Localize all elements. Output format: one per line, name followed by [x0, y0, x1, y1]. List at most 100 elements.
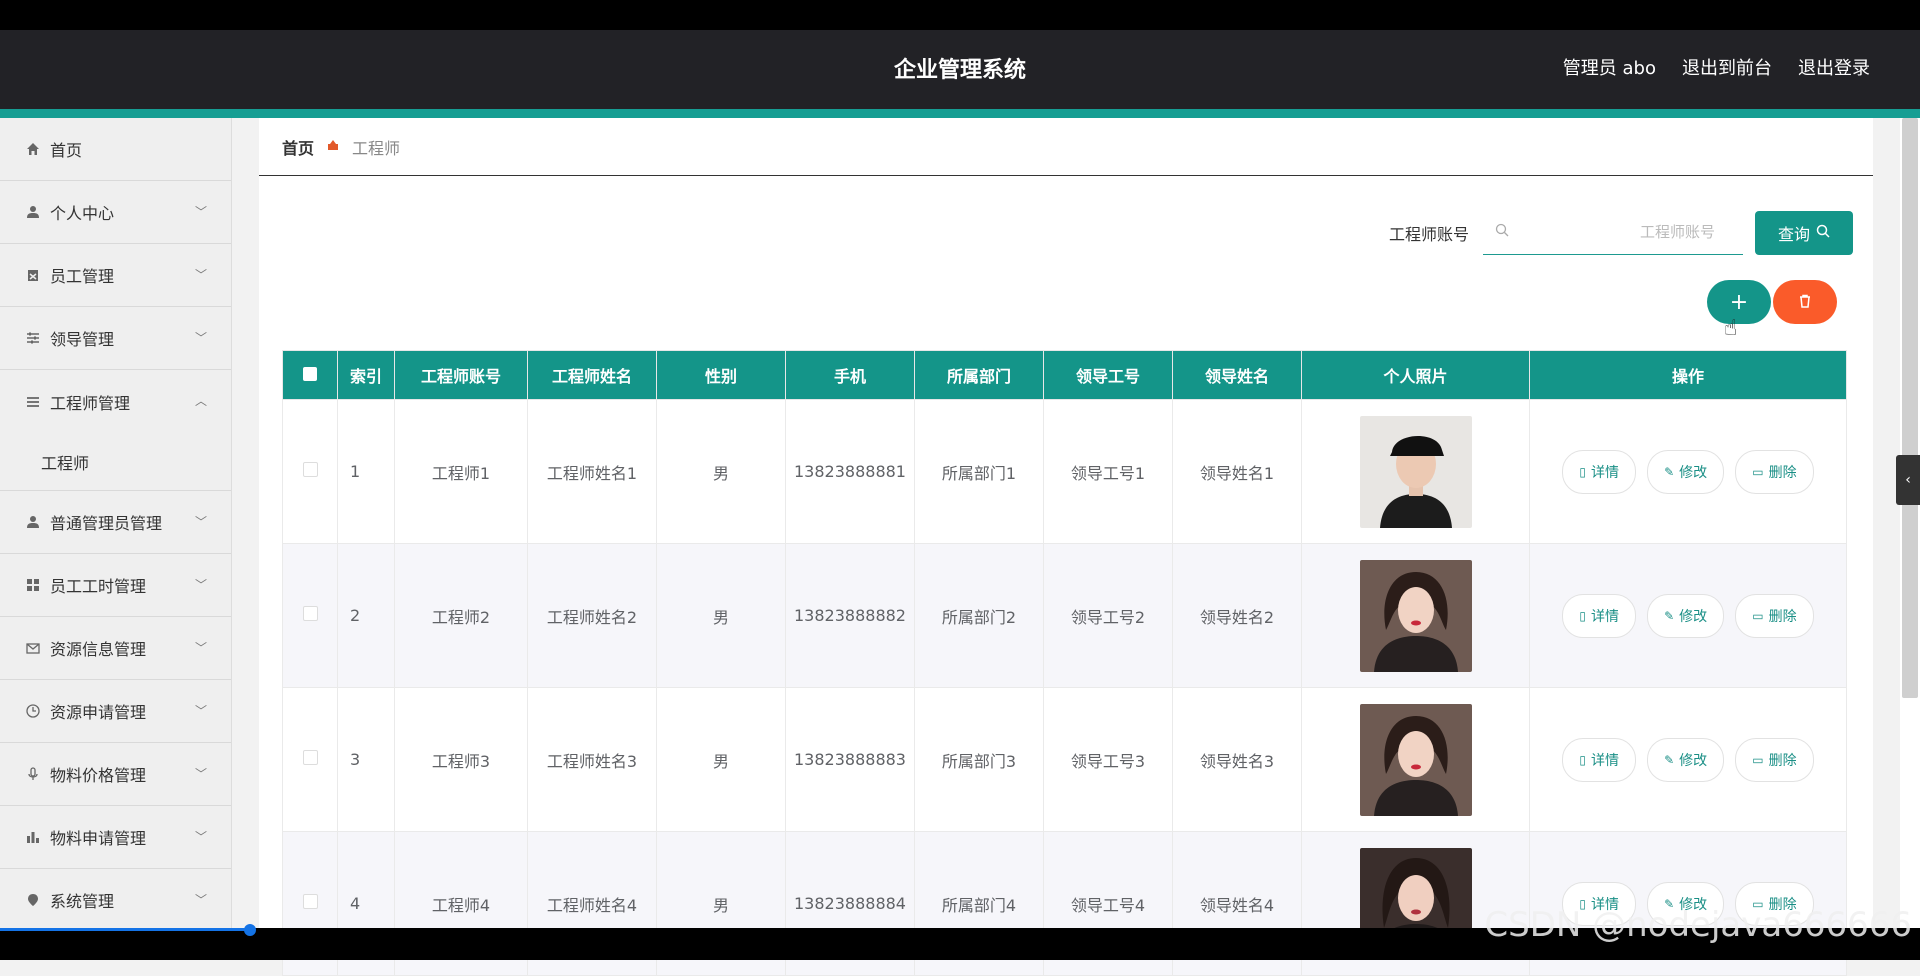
header-accent-bar	[0, 109, 1920, 118]
column-header[interactable]: 工程师账号	[394, 350, 528, 400]
chevron-down-icon: ﹀	[194, 830, 207, 844]
logout-link[interactable]: 退出登录	[1798, 54, 1870, 80]
edit-button[interactable]: ✎ 修改	[1647, 449, 1725, 494]
profile-photo[interactable]	[1359, 415, 1472, 528]
sidebar-item-label: 个人中心	[50, 204, 115, 223]
exit-to-front-link[interactable]: 退出到前台	[1682, 54, 1772, 80]
edit-button[interactable]: ✎ 修改	[1647, 737, 1725, 782]
edit-label: 修改	[1679, 608, 1708, 625]
breadcrumb-separator-icon	[326, 138, 340, 156]
sidebar-item-leader[interactable]: 领导管理 ﹀	[0, 307, 231, 370]
query-button[interactable]: 查询	[1755, 210, 1853, 255]
profile-photo[interactable]	[1359, 703, 1472, 816]
sidebar-item-resource-apply[interactable]: 资源申请管理 ﹀	[0, 680, 231, 743]
cell-operations: ▯ 详情 ✎ 修改 ▭ 删除	[1529, 543, 1847, 688]
sidebar-item-label: 首页	[50, 141, 83, 160]
clock-icon	[24, 702, 42, 720]
cell-leader-name: 领导姓名2	[1172, 543, 1302, 688]
column-header[interactable]: 性别	[656, 350, 786, 400]
cell-dept: 所属部门2	[914, 543, 1044, 688]
breadcrumb-home[interactable]: 首页	[282, 135, 314, 159]
chevron-down-icon: ﹀	[194, 893, 207, 907]
detail-button[interactable]: ▯ 详情	[1562, 449, 1636, 494]
scrollbar-thumb[interactable]	[1902, 118, 1918, 698]
trash-icon: ▭	[1752, 464, 1764, 479]
home-icon	[24, 140, 42, 158]
cell-gender: 男	[656, 687, 786, 832]
delete-button[interactable]: ▭ 删除	[1735, 737, 1814, 782]
video-progress-bar[interactable]	[0, 928, 250, 931]
chevron-down-icon: ﹀	[194, 767, 207, 781]
batch-delete-button[interactable]	[1773, 280, 1837, 324]
cell-name: 工程师姓名2	[527, 543, 657, 688]
header-actions: 管理员 abo 退出到前台 退出登录	[1563, 54, 1870, 80]
column-header[interactable]: 工程师姓名	[527, 350, 657, 400]
sidebar-item-material-apply[interactable]: 物料申请管理 ﹀	[0, 806, 231, 869]
column-header[interactable]: 所属部门	[914, 350, 1044, 400]
sidebar-item-label: 员工管理	[50, 267, 115, 286]
sidebar-item-resource-info[interactable]: 资源信息管理 ﹀	[0, 617, 231, 680]
edit-button[interactable]: ✎ 修改	[1647, 593, 1725, 638]
trash-icon: ▭	[1752, 752, 1764, 767]
collapse-panel-tab[interactable]: ‹	[1896, 455, 1920, 505]
row-checkbox[interactable]	[302, 894, 318, 909]
pencil-icon: ✎	[1664, 752, 1675, 767]
column-header[interactable]: 索引	[337, 350, 395, 400]
select-all-checkbox[interactable]	[303, 366, 317, 381]
profile-photo[interactable]	[1359, 559, 1472, 672]
cell-name: 工程师姓名1	[527, 399, 657, 544]
pencil-icon: ✎	[1664, 608, 1675, 623]
cell-dept: 所属部门1	[914, 399, 1044, 544]
search-icon	[1495, 223, 1509, 241]
sidebar-item-employee[interactable]: 员工管理 ﹀	[0, 244, 231, 307]
sidebar-item-material-price[interactable]: 物料价格管理 ﹀	[0, 743, 231, 806]
sidebar-item-label: 物料价格管理	[50, 766, 147, 785]
column-header[interactable]: 领导工号	[1043, 350, 1173, 400]
sidebar-item-work-hours[interactable]: 员工工时管理 ﹀	[0, 554, 231, 617]
search-field	[1483, 210, 1743, 255]
chevron-down-icon: ﹀	[194, 515, 207, 529]
cell-gender: 男	[656, 543, 786, 688]
sidebar-item-engineer[interactable]: 工程师管理 ︿	[0, 370, 231, 433]
sidebar-item-system[interactable]: 系统管理 ﹀	[0, 869, 231, 928]
row-checkbox[interactable]	[302, 606, 318, 621]
trash-icon: ▭	[1752, 608, 1764, 623]
chevron-down-icon: ﹀	[194, 205, 207, 219]
cell-index: 2	[337, 543, 395, 688]
column-header[interactable]: 手机	[785, 350, 915, 400]
detail-label: 详情	[1591, 752, 1619, 769]
page-scrollbar[interactable]	[1900, 118, 1920, 928]
sidebar-item-label: 普通管理员管理	[50, 514, 163, 533]
sidebar-item-home[interactable]: 首页	[0, 118, 231, 181]
query-button-label: 查询	[1777, 224, 1810, 244]
video-progress-knob[interactable]	[244, 924, 256, 936]
cell-name: 工程师姓名3	[527, 687, 657, 832]
cell-dept: 所属部门3	[914, 687, 1044, 832]
breadcrumb-current: 工程师	[352, 138, 401, 158]
sidebar-item-admin[interactable]: 普通管理员管理 ﹀	[0, 491, 231, 554]
sidebar-item-personal-center[interactable]: 个人中心 ﹀	[0, 181, 231, 244]
sidebar-subitem-engineer[interactable]: 工程师	[0, 433, 231, 491]
search-input[interactable]	[1483, 212, 1743, 252]
detail-button[interactable]: ▯ 详情	[1562, 737, 1636, 782]
sidebar-item-label: 物料申请管理	[50, 829, 147, 848]
cell-operations: ▯ 详情 ✎ 修改 ▭ 删除	[1529, 399, 1847, 544]
document-icon: ▯	[1579, 464, 1586, 479]
table-row: 2 工程师2 工程师姓名2 男 13823888882 所属部门2 领导工号2 …	[282, 543, 1847, 688]
delete-button[interactable]: ▭ 删除	[1735, 449, 1814, 494]
row-select-cell	[282, 399, 338, 544]
cell-operations: ▯ 详情 ✎ 修改 ▭ 删除	[1529, 687, 1847, 832]
breadcrumb: 首页 工程师	[259, 118, 1873, 176]
cell-account: 工程师2	[394, 543, 528, 688]
row-checkbox[interactable]	[302, 750, 318, 765]
delete-button[interactable]: ▭ 删除	[1735, 593, 1814, 638]
trash-icon	[1798, 293, 1812, 312]
column-header[interactable]: 领导姓名	[1172, 350, 1302, 400]
detail-button[interactable]: ▯ 详情	[1562, 593, 1636, 638]
search-label: 工程师账号	[1388, 224, 1469, 244]
add-button[interactable]: +	[1707, 280, 1771, 324]
cell-account: 工程师1	[394, 399, 528, 544]
detail-label: 详情	[1591, 464, 1619, 481]
row-checkbox[interactable]	[302, 462, 318, 477]
table-row: 3 工程师3 工程师姓名3 男 13823888883 所属部门3 领导工号3 …	[282, 687, 1847, 832]
